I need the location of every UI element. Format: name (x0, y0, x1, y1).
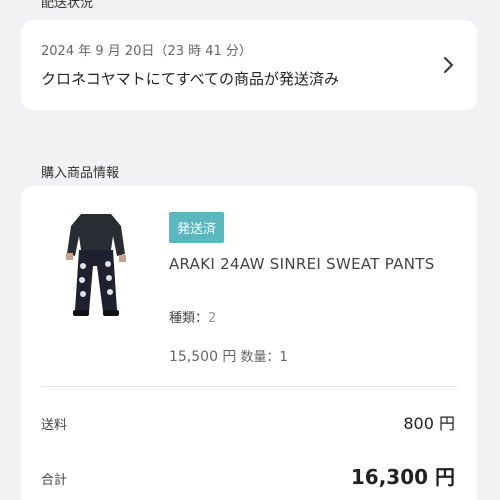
shipping-row: 送料 800 円 (41, 410, 455, 434)
chevron-right-icon[interactable] (443, 56, 455, 74)
purchase-info-card: 発送済 ARAKI 24AW SINREI SWEAT PANTS 種類：2 1… (21, 186, 477, 500)
shipping-value: 800 円 (403, 414, 455, 433)
delivery-section-title: 配送状況 (41, 0, 94, 11)
variant-label: 種類： (169, 311, 209, 326)
delivery-status-card[interactable]: 2024 年 9 月 20日（23 時 41 分） クロネコヤマトにてすべての商… (21, 20, 477, 110)
total-value: 16,300 円 (350, 465, 455, 489)
price-row: 15,500 円数量：1 (169, 346, 288, 366)
status-badge: 発送済 (169, 212, 225, 243)
variant-value: 2 (208, 311, 217, 326)
product-quantity: 数量：1 (240, 350, 288, 365)
total-row: 合計 16,300 円 (41, 461, 455, 490)
product-image[interactable] (41, 206, 151, 326)
divider (41, 386, 457, 387)
delivery-date: 2024 年 9 月 20日（23 時 41 分） (41, 44, 252, 59)
total-label: 合計 (41, 473, 68, 488)
product-name[interactable]: ARAKI 24AW SINREI SWEAT PANTS (169, 254, 459, 275)
product-price: 15,500 円 (169, 349, 237, 365)
shipping-label: 送料 (41, 418, 68, 433)
purchase-section-title: 購入商品情報 (41, 166, 120, 181)
delivery-status-text: クロネコヤマトにてすべての商品が発送済み (41, 70, 340, 88)
product-variant: 種類：2 (169, 307, 216, 326)
